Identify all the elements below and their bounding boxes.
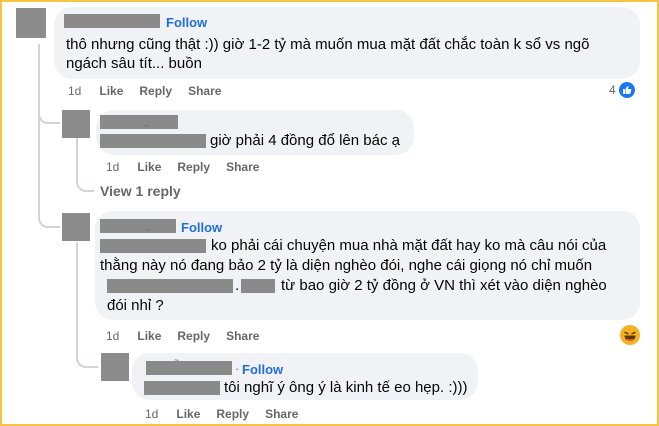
follow-button[interactable]: Follow: [242, 362, 283, 377]
like-button[interactable]: Like: [137, 160, 161, 174]
share-button[interactable]: Share: [188, 84, 221, 98]
comment-bubble: ~ Follow ko phải cái chuyện mua nhà mặt …: [95, 211, 640, 320]
redacted-mention: [144, 381, 220, 395]
haha-icon[interactable]: [620, 325, 640, 345]
share-button[interactable]: Share: [226, 329, 259, 343]
like-button[interactable]: Like: [137, 329, 161, 343]
reply-button[interactable]: Reply: [177, 160, 210, 174]
thread-connector: [38, 104, 60, 124]
reply-button[interactable]: Reply: [177, 329, 210, 343]
share-button[interactable]: Share: [265, 407, 298, 421]
thread-connector: [76, 172, 94, 192]
comment-bubble: ~ · Follow tôi nghĩ ý ông ý là kinh tế e…: [132, 353, 478, 400]
comment-text: từ bao giờ 2 tỷ đồng ở VN thì xét vào di…: [281, 277, 607, 294]
follow-button[interactable]: Follow: [181, 220, 222, 235]
avatar[interactable]: [62, 213, 90, 241]
redacted-text: [107, 279, 233, 293]
comment-bubble: Follow thô nhưng cũng thật :)) giờ 1-2 t…: [54, 7, 640, 79]
redacted-text: [241, 279, 275, 293]
follow-button[interactable]: Follow: [166, 15, 207, 30]
timestamp[interactable]: 1d: [106, 160, 119, 174]
separator-dot: ·: [235, 361, 240, 376]
comment-text: giờ phải 4 đồng đổ lên bác ạ: [210, 132, 400, 149]
comment-text: ngách sâu tít... buồn: [66, 55, 202, 72]
thread-connector: [38, 200, 60, 228]
thread-line: [76, 242, 78, 362]
comment-text: đói nhỉ ?: [107, 297, 164, 314]
comment-text: tôi nghĩ ý ông ý là kinh tế eo hẹp. :))): [224, 379, 468, 396]
reply-button[interactable]: Reply: [139, 84, 172, 98]
name-mark: ~: [145, 225, 151, 235]
name-mark: ~: [144, 121, 150, 131]
thread-connector: [76, 348, 98, 368]
share-button[interactable]: Share: [226, 160, 259, 174]
comment-actions: 1d Like Reply Share: [145, 407, 314, 421]
timestamp[interactable]: 1d: [68, 84, 81, 98]
comment-actions: 1d Like Reply Share: [106, 329, 275, 343]
timestamp[interactable]: 1d: [145, 407, 158, 421]
avatar[interactable]: [16, 8, 46, 38]
comment-text: ko phải cái chuyện mua nhà mặt đất hay k…: [211, 237, 607, 254]
view-replies-link[interactable]: View 1 reply: [100, 183, 181, 199]
comment-actions: 1d Like Reply Share: [68, 84, 237, 98]
redacted-mention: [100, 239, 206, 253]
like-button[interactable]: Like: [99, 84, 123, 98]
redacted-username: [146, 361, 232, 375]
redacted-mention: [100, 134, 206, 148]
comment-actions: 1d Like Reply Share: [106, 160, 275, 174]
thread-line: [38, 44, 40, 202]
redacted-username: [64, 14, 160, 28]
comment-bubble: ~ giờ phải 4 đồng đổ lên bác ạ: [96, 110, 414, 155]
avatar[interactable]: [101, 353, 129, 381]
avatar[interactable]: [62, 110, 90, 138]
name-mark: ~: [174, 355, 180, 365]
reaction-summary[interactable]: 4: [609, 82, 635, 98]
like-icon: [618, 82, 635, 98]
timestamp[interactable]: 1d: [106, 329, 119, 343]
like-button[interactable]: Like: [176, 407, 200, 421]
comment-text: thằng này nó đang bảo 2 tỷ là diện nghèo…: [100, 257, 593, 274]
comment-text: thô nhưng cũng thật :)) giờ 1-2 tỷ mà mu…: [66, 36, 590, 53]
comment-text: .: [235, 277, 240, 294]
reply-button[interactable]: Reply: [216, 407, 249, 421]
redacted-username: [100, 219, 176, 233]
reaction-count: 4: [609, 83, 616, 97]
redacted-username: [100, 115, 178, 129]
